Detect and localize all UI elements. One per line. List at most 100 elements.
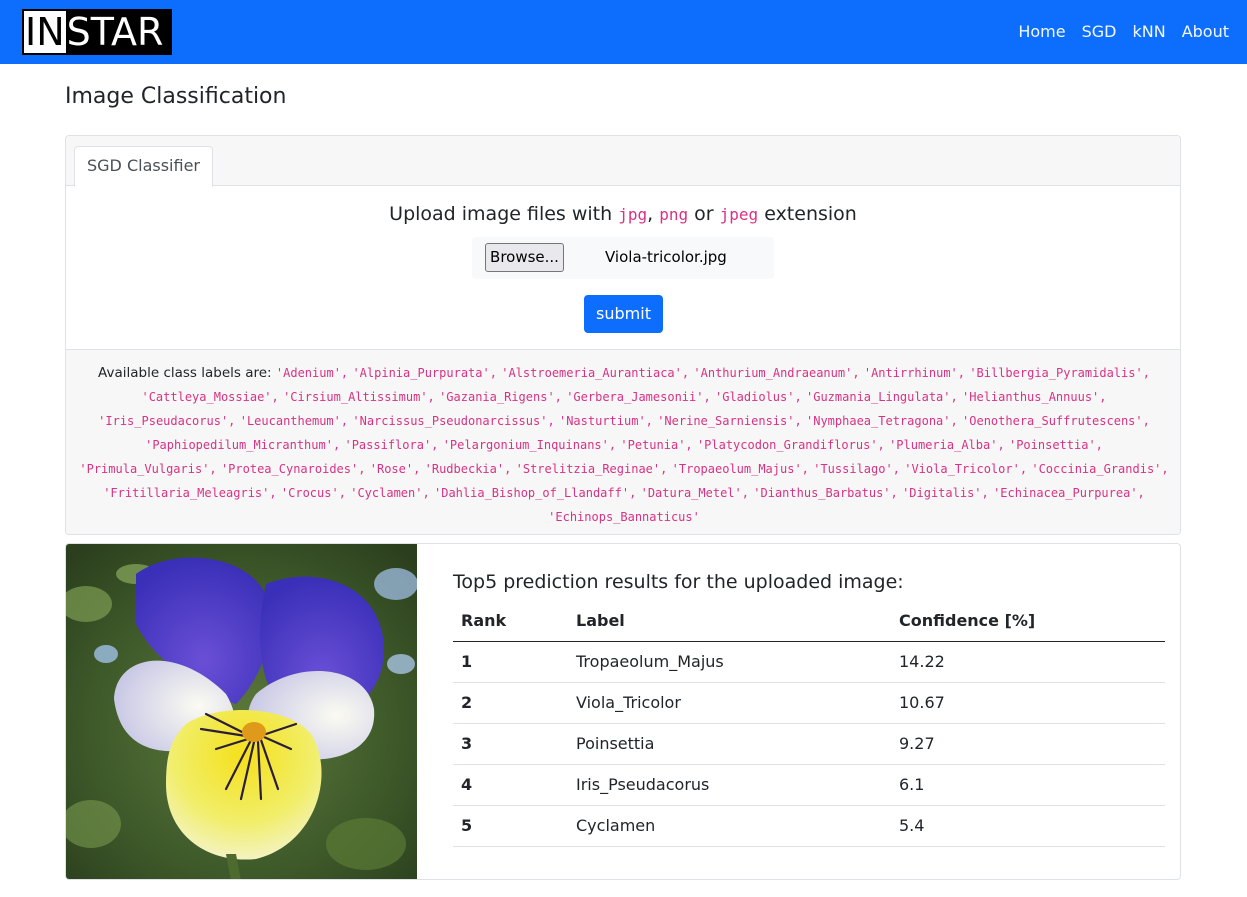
ext-png: png xyxy=(659,205,689,224)
results-title: Top5 prediction results for the uploaded… xyxy=(453,571,904,593)
class-label: 'Paphiopedilum_Micranthum', xyxy=(145,438,341,452)
brand-logo-part2: STAR xyxy=(65,11,168,53)
class-label: 'Petunia', xyxy=(620,438,693,452)
nav-links: Home SGD kNN About xyxy=(1010,20,1237,44)
class-label: 'Tussilago', xyxy=(813,462,900,476)
class-label: 'Strelitzia_Reginae', xyxy=(515,462,668,476)
class-label: 'Gazania_Rigens', xyxy=(439,390,562,404)
rank-cell: 5 xyxy=(453,805,568,847)
class-labels-list: Available class labels are: 'Adenium', '… xyxy=(78,361,1170,529)
upload-heading-sep2: or xyxy=(688,203,720,225)
label-cell: Tropaeolum_Majus xyxy=(568,641,891,683)
card-header: SGD Classifier xyxy=(66,136,1180,187)
brand-logo[interactable]: IN STAR xyxy=(22,9,172,55)
class-label: 'Passiflora', xyxy=(344,438,439,452)
label-cell: Poinsettia xyxy=(568,723,891,765)
class-label: 'Rose', xyxy=(369,462,421,476)
class-label: 'Digitalis', xyxy=(902,486,989,500)
file-input[interactable]: Browse... Viola-tricolor.jpg xyxy=(472,237,774,279)
rank-cell: 1 xyxy=(453,641,568,683)
header-confidence: Confidence [%] xyxy=(891,600,1165,642)
navbar: IN STAR Home SGD kNN About xyxy=(0,0,1247,64)
class-label: 'Coccinia_Grandis', xyxy=(1031,462,1169,476)
class-label: 'Platycodon_Grandiflorus', xyxy=(696,438,885,452)
class-label: 'Cirsium_Altissimum', xyxy=(283,390,435,404)
confidence-cell: 10.67 xyxy=(891,682,1165,724)
uploaded-flower-image xyxy=(66,544,417,879)
class-label: 'Dianthus_Barbatus', xyxy=(753,486,898,500)
class-label: 'Oenothera_Suffrutescens', xyxy=(962,414,1150,428)
class-label: 'Gerbera_Jamesonii', xyxy=(566,390,711,404)
class-label: 'Helianthus_Annuus', xyxy=(962,390,1107,404)
class-label: 'Guzmania_Lingulata', xyxy=(806,390,958,404)
class-label: 'Iris_Pseudacorus', xyxy=(98,414,236,428)
rank-cell: 3 xyxy=(453,723,568,765)
upload-heading-text-before: Upload image files with xyxy=(389,203,619,225)
class-label: 'Cattleya_Mossiae', xyxy=(141,390,279,404)
class-label: 'Adenium', xyxy=(275,366,349,380)
class-label: 'Anthurium_Andraeanum', xyxy=(693,366,860,380)
upload-heading-sep1: , xyxy=(647,203,660,225)
table-row: 2 Viola_Tricolor 10.67 xyxy=(453,682,1165,724)
class-label: 'Cyclamen', xyxy=(350,486,430,500)
class-labels-intro: Available class labels are: xyxy=(98,365,276,381)
label-cell: Cyclamen xyxy=(568,805,891,847)
class-label: 'Nymphaea_Tetragona', xyxy=(806,414,958,428)
submit-button[interactable]: submit xyxy=(584,295,663,333)
browse-button[interactable]: Browse... xyxy=(485,243,564,272)
table-row: 4 Iris_Pseudacorus 6.1 xyxy=(453,764,1165,806)
class-label: 'Datura_Metel', xyxy=(640,486,749,500)
table-row: 1 Tropaeolum_Majus 14.22 xyxy=(453,641,1165,683)
class-label: 'Alstroemeria_Aurantiaca', xyxy=(501,366,690,380)
class-label: 'Nasturtium', xyxy=(558,414,653,428)
classifier-card: SGD Classifier Upload image files with j… xyxy=(65,135,1181,535)
class-label: 'Echinacea_Purpurea', xyxy=(993,486,1145,500)
header-rank: Rank xyxy=(453,600,568,642)
class-label: 'Antirrhinum', xyxy=(863,366,966,380)
ext-jpeg: jpeg xyxy=(719,205,759,224)
nav-link-knn[interactable]: kNN xyxy=(1124,20,1173,44)
tab-sgd-classifier[interactable]: SGD Classifier xyxy=(74,146,213,187)
class-label: 'Rudbeckia', xyxy=(424,462,512,476)
upload-heading: Upload image files with jpg, png or jpeg… xyxy=(66,200,1180,229)
nav-link-home[interactable]: Home xyxy=(1010,20,1073,44)
class-label: 'Dahlia_Bishop_of_Llandaff', xyxy=(434,486,637,500)
ext-jpg: jpg xyxy=(618,205,648,224)
class-label: 'Echinops_Bannaticus' xyxy=(548,510,700,524)
brand-logo-part1: IN xyxy=(24,10,66,54)
table-row: 3 Poinsettia 9.27 xyxy=(453,723,1165,765)
class-label: 'Crocus', xyxy=(280,486,346,500)
class-label: 'Gladiolus', xyxy=(715,390,802,404)
confidence-cell: 9.27 xyxy=(891,723,1165,765)
class-label: 'Billbergia_Pyramidalis', xyxy=(969,366,1150,380)
table-row: 5 Cyclamen 5.4 xyxy=(453,805,1165,847)
class-label: 'Fritillaria_Meleagris', xyxy=(103,486,277,500)
class-label: 'Plumeria_Alba', xyxy=(889,438,1005,452)
upload-heading-text-after: extension xyxy=(758,203,857,225)
nav-link-sgd[interactable]: SGD xyxy=(1074,20,1125,44)
nav-link-about[interactable]: About xyxy=(1174,20,1237,44)
rank-cell: 4 xyxy=(453,764,568,806)
results-table: Rank Label Confidence [%] 1 Tropaeolum_M… xyxy=(453,600,1165,847)
class-label: 'Leucanthemum', xyxy=(239,414,349,428)
label-cell: Viola_Tricolor xyxy=(568,682,891,724)
class-label: 'Protea_Cynaroides', xyxy=(220,462,366,476)
confidence-cell: 14.22 xyxy=(891,641,1165,683)
class-label: 'Tropaeolum_Majus', xyxy=(671,462,809,476)
results-card: Top5 prediction results for the uploaded… xyxy=(65,543,1181,880)
class-label: 'Viola_Tricolor', xyxy=(904,462,1028,476)
label-cell: Iris_Pseudacorus xyxy=(568,764,891,806)
class-label: 'Pelargonium_Inquinans', xyxy=(442,438,617,452)
header-label: Label xyxy=(568,600,891,642)
confidence-cell: 5.4 xyxy=(891,805,1165,847)
class-label: 'Alpinia_Purpurata', xyxy=(352,366,497,380)
selected-file-name: Viola-tricolor.jpg xyxy=(605,248,727,266)
class-label: 'Primula_Vulgaris', xyxy=(79,462,217,476)
page-title: Image Classification xyxy=(65,84,287,109)
results-header-row: Rank Label Confidence [%] xyxy=(453,600,1165,642)
rank-cell: 2 xyxy=(453,682,568,724)
class-label: 'Narcissus_Pseudonarcissus', xyxy=(352,414,555,428)
class-label: 'Poinsettia', xyxy=(1008,438,1103,452)
card-footer: Available class labels are: 'Adenium', '… xyxy=(66,349,1180,534)
class-label: 'Nerine_Sarniensis', xyxy=(657,414,802,428)
